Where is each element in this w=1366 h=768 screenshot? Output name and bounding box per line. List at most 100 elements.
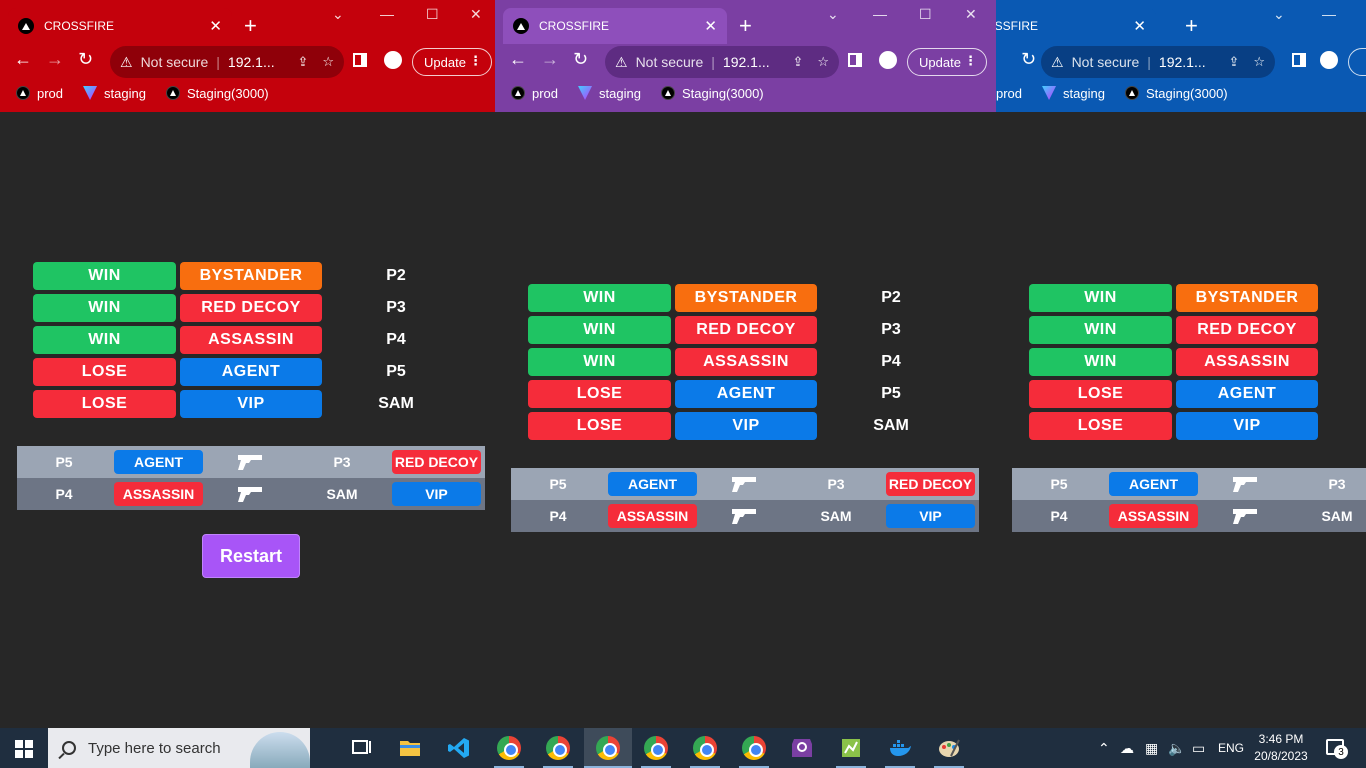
menu-icon[interactable]: ⋮ [469,53,482,69]
new-tab-button[interactable]: + [244,13,257,39]
chrome-profile-icon[interactable] [644,736,668,760]
role-badge: RED DECOY [180,294,322,322]
vite-icon [1042,86,1057,100]
chrome-profile-icon[interactable] [596,736,620,760]
restart-button[interactable]: Restart [202,534,300,578]
minimize-button[interactable]: — [380,6,394,22]
star-icon[interactable]: ☆ [1253,54,1265,70]
address-bar[interactable]: ⚠ Not secure | 192.1... ⇪ ☆ [110,46,344,78]
close-window-button[interactable]: ✕ [965,6,977,23]
side-panel-icon[interactable] [848,53,862,67]
side-panel-icon[interactable] [1292,53,1306,67]
killer-role-badge: AGENT [608,472,697,496]
kill-row: P5 AGENT P3 RED DECOY [17,446,485,478]
star-icon[interactable]: ☆ [322,54,334,70]
player-name: SAM [378,395,414,412]
tab-close-button[interactable]: ✕ [704,17,717,35]
update-button[interactable]: Update ⋮ [412,48,492,76]
player-name: P2 [881,289,901,306]
tab-search-icon[interactable]: ⌄ [827,6,839,23]
star-icon[interactable]: ☆ [817,54,829,70]
file-explorer-icon[interactable] [398,736,422,760]
maximize-button[interactable]: ☐ [426,6,439,23]
close-window-button[interactable]: ✕ [470,6,482,23]
bookmark-staging-3000[interactable]: Staging(3000) [1124,86,1228,101]
kill-row: P5 AGENT P3 RED DECOY [1012,468,1366,500]
tab-close-button[interactable]: ✕ [1133,17,1146,35]
update-button[interactable] [1348,48,1366,76]
onedrive-icon[interactable]: ☁ [1120,728,1134,768]
chrome-profile-icon[interactable] [546,736,570,760]
vite-icon [578,86,593,100]
tab-close-button[interactable]: ✕ [209,17,222,35]
maximize-button[interactable]: ☐ [919,6,932,23]
task-view-icon[interactable] [350,736,374,760]
tab-search-icon[interactable]: ⌄ [332,6,344,23]
reload-icon[interactable]: ↻ [573,49,588,70]
killer-name: P4 [1050,508,1068,524]
chrome-profile-icon[interactable] [742,736,766,760]
bookmark-staging[interactable]: staging [578,86,641,101]
vscode-icon[interactable] [447,736,471,760]
back-icon[interactable]: ← [509,49,527,70]
share-icon[interactable]: ⇪ [792,54,803,70]
bookmark-staging-3000[interactable]: Staging(3000) [660,86,764,101]
clock[interactable]: 3:46 PM 20/8/2023 [1254,731,1308,765]
new-tab-button[interactable]: + [1185,13,1198,39]
paint-icon[interactable] [937,736,961,760]
killer-name: P5 [1050,476,1068,492]
bookmark-staging[interactable]: staging [83,86,146,101]
browser-tab[interactable]: CROSSFIRE ✕ [8,8,232,44]
minimize-button[interactable]: — [873,6,887,22]
language-indicator[interactable]: ENG [1218,728,1244,768]
player-name: P5 [386,363,406,380]
bookmark-prod[interactable]: prod [16,86,63,101]
address-bar[interactable]: ⚠ Not secure | 192.1... ⇪ ☆ [605,46,839,78]
tab-search-icon[interactable]: ⌄ [1273,6,1285,23]
new-tab-button[interactable]: + [739,13,752,39]
bookmark-prod[interactable]: prod [996,86,1022,101]
network-icon[interactable]: ▭ [1192,728,1205,768]
vercel-icon [511,86,525,100]
volume-icon[interactable]: 🔈 [1168,728,1185,768]
profile-avatar[interactable] [384,51,402,69]
forward-icon[interactable]: → [46,49,64,70]
notes-app-icon[interactable] [839,736,863,760]
victim-name: P3 [827,476,845,492]
share-icon[interactable]: ⇪ [1228,54,1239,70]
tray-app-icon[interactable]: ▦ [1145,728,1158,768]
side-panel-icon[interactable] [353,53,367,67]
profile-avatar[interactable] [1320,51,1338,69]
warning-icon: ⚠ [120,53,133,70]
kill-row: P4 ASSASSIN SAM VIP [1012,500,1366,532]
browser-tab[interactable]: CROSSFIRE ✕ [996,8,1156,44]
windows-start-icon[interactable] [15,740,33,758]
reload-icon[interactable]: ↻ [78,49,93,70]
browser-tab[interactable]: CROSSFIRE ✕ [503,8,727,44]
profile-avatar[interactable] [879,51,897,69]
warning-icon: ⚠ [615,53,628,70]
forward-icon[interactable]: → [541,49,559,70]
address-bar[interactable]: ⚠ Not secure | 192.1... ⇪ ☆ [1041,46,1275,78]
share-icon[interactable]: ⇪ [297,54,308,70]
menu-icon[interactable]: ⋮ [964,53,977,69]
security-label: Not secure [140,54,209,70]
chrome-icon[interactable] [497,736,521,760]
docker-icon[interactable] [888,736,912,760]
reload-icon[interactable]: ↻ [1021,49,1036,70]
bookmark-staging[interactable]: staging [1042,86,1105,101]
taskbar-search[interactable]: Type here to search [48,728,310,768]
gun-icon [238,455,262,470]
pdf-app-icon[interactable] [790,736,814,760]
warning-icon: ⚠ [1051,53,1064,70]
minimize-button[interactable]: — [1322,6,1336,22]
bookmark-staging-3000[interactable]: Staging(3000) [165,86,269,101]
browser-window-purple: CROSSFIRE ✕ + ⌄ — ☐ ✕ ← → ↻ ⚠ Not secure… [495,0,996,728]
chevron-up-icon[interactable]: ⌃ [1098,728,1110,768]
killer-role-badge: ASSASSIN [608,504,697,528]
update-button[interactable]: Update ⋮ [907,48,987,76]
back-icon[interactable]: ← [14,49,32,70]
chrome-profile-icon[interactable] [693,736,717,760]
bookmark-prod[interactable]: prod [511,86,558,101]
search-placeholder: Type here to search [88,739,221,757]
